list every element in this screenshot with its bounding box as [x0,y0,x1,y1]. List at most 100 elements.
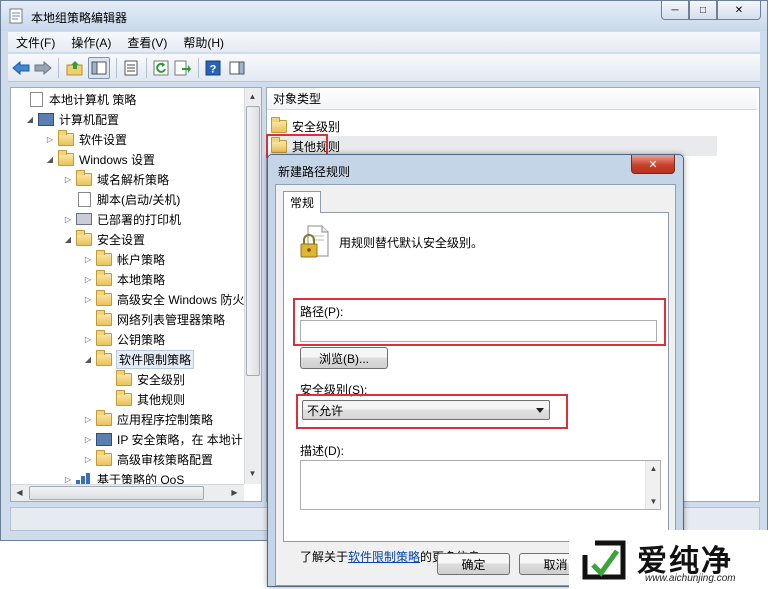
folder-icon [96,349,112,366]
collapsed-arrow-icon[interactable]: ▷ [83,455,93,464]
tree-item-windows-firewall-advanced[interactable]: ▷ 高级安全 Windows 防火 [83,289,244,309]
tree-item-advanced-audit-policy[interactable]: ▷ 高级审核策略配置 [83,449,213,469]
brand-logo-icon [582,540,626,580]
collapsed-arrow-icon[interactable]: ▷ [83,435,93,444]
tree-item-label: IP 安全策略，在 本地计 [117,432,243,447]
scroll-up-icon[interactable]: ▲ [245,89,260,104]
tree-item-label: 软件限制策略 [115,349,195,369]
menu-bar: 文件(F) 操作(A) 查看(V) 帮助(H) [8,32,760,52]
collapsed-arrow-icon[interactable]: ▷ [83,415,93,424]
learn-more-prefix: 了解关于 [300,550,349,564]
lock-icon [300,225,329,258]
tree-item-network-list-manager-policies[interactable]: 网络列表管理器策略 [83,309,225,329]
tree-item-name-resolution-policy[interactable]: ▷ 域名解析策略 [63,169,169,189]
collapsed-arrow-icon[interactable]: ▷ [83,275,93,284]
collapsed-arrow-icon[interactable]: ▷ [83,255,93,264]
scroll-left-icon[interactable]: ◀ [12,485,27,500]
collapsed-arrow-icon[interactable]: ▷ [63,175,73,184]
toolbar-separator [116,58,117,78]
collapsed-arrow-icon[interactable]: ▷ [83,335,93,344]
tab-general[interactable]: 常规 [283,191,321,213]
collapsed-arrow-icon[interactable]: ▷ [45,135,55,144]
tree-item-windows-settings[interactable]: ◢ Windows 设置 [45,149,155,169]
tree-horizontal-scrollbar[interactable]: ◀ ▶ [11,484,244,501]
ok-button[interactable]: 确定 [437,553,510,575]
software-restriction-policy-link[interactable]: 软件限制策略 [348,550,420,564]
column-header-label: 对象类型 [273,92,322,106]
menu-action[interactable]: 操作(A) [71,34,111,51]
expanded-arrow-icon[interactable]: ◢ [45,155,55,164]
show-action-pane-icon[interactable] [228,59,246,77]
help-icon[interactable]: ? [204,59,222,77]
scroll-down-icon[interactable]: ▼ [245,466,260,481]
folder-icon [271,116,287,133]
folder-icon [96,409,112,426]
scroll-up-icon[interactable]: ▲ [646,461,661,476]
list-item-selected[interactable]: 其他规则 [271,136,717,156]
tree-item-deployed-printers[interactable]: ▷ 已部署的打印机 [63,209,181,229]
close-button[interactable]: ✕ [717,1,761,20]
export-list-icon[interactable] [174,59,192,77]
back-icon[interactable] [12,59,30,77]
forward-icon[interactable] [34,59,52,77]
expanded-arrow-icon[interactable]: ◢ [83,355,93,364]
minimize-button[interactable]: ─ [661,1,689,20]
collapsed-arrow-icon[interactable]: ▷ [83,295,93,304]
intro-text: 用规则替代默认安全级别。 [339,236,484,250]
tree-item-account-policies[interactable]: ▷ 帐户策略 [83,249,165,269]
tree-item-label: 软件设置 [79,132,128,147]
description-textarea[interactable]: ▲ ▼ [300,460,661,510]
tree-item-label: 网络列表管理器策略 [117,312,226,327]
tree-item-public-key-policies[interactable]: ▷ 公钥策略 [83,329,165,349]
tree-item-security-levels[interactable]: 安全级别 [103,369,185,389]
general-tab-panel: 用规则替代默认安全级别。 路径(P): 浏览(B)... 安全级别(S): 不允… [283,212,669,542]
document-icon [30,91,43,107]
tree-item-local-policies[interactable]: ▷ 本地策略 [83,269,165,289]
tree-item-security-settings[interactable]: ◢ 安全设置 [63,229,145,249]
description-scrollbar[interactable]: ▲ ▼ [645,461,660,509]
maximize-button[interactable]: □ [689,1,717,20]
folder-icon [96,309,112,326]
tree-item-label: 其他规则 [137,392,186,407]
folder-icon [96,449,112,466]
tree-item-software-restriction-policies[interactable]: ◢ 软件限制策略 [83,349,195,369]
tree-item-software-settings[interactable]: ▷ 软件设置 [45,129,127,149]
document-icon [78,191,91,207]
dialog-close-button[interactable]: ✕ [631,155,675,174]
scroll-right-icon[interactable]: ▶ [227,485,242,500]
tree-item-additional-rules[interactable]: 其他规则 [103,389,185,409]
scroll-down-icon[interactable]: ▼ [646,494,661,509]
refresh-icon[interactable] [152,59,170,77]
computer-icon [96,432,112,446]
list-item[interactable]: 安全级别 [271,116,340,136]
tree-vertical-scrollbar[interactable]: ▲ ▼ [244,88,261,484]
tree-item-scripts-startup-shutdown[interactable]: 脚本(启动/关机) [65,189,180,209]
up-folder-icon[interactable] [66,59,84,77]
tree-item-label: 高级审核策略配置 [117,452,214,467]
tree-item-ip-security-policies[interactable]: ▷ IP 安全策略，在 本地计 [83,429,243,449]
tree-pane[interactable]: 本地计算机 策略 ◢ 计算机配置 ▷ 软件设置 ◢ Windows 设置 ▷ 域名解析策略脚本(… [10,87,262,502]
tree-item-local-computer-policy[interactable]: 本地计算机 策略 [17,89,136,109]
folder-icon [96,329,112,346]
show-hide-tree-icon[interactable] [88,57,110,79]
tree-item-label: Windows 设置 [79,152,156,167]
scrollbar-thumb[interactable] [29,486,204,500]
browse-button[interactable]: 浏览(B)... [300,347,388,369]
tree-item-application-control-policies[interactable]: ▷ 应用程序控制策略 [83,409,213,429]
menu-view[interactable]: 查看(V) [127,34,167,51]
collapsed-arrow-icon[interactable]: ▷ [63,475,73,484]
tree-item-computer-configuration[interactable]: ◢ 计算机配置 [25,109,119,129]
column-header-object-type[interactable]: 对象类型 [267,88,757,110]
tree-item-label: 脚本(启动/关机) [97,192,181,207]
close-icon: ✕ [734,4,744,16]
toolbar-separator [198,58,199,78]
menu-help[interactable]: 帮助(H) [183,34,224,51]
cancel-button-label: 取消 [543,557,568,572]
title-bar[interactable]: 本地组策略编辑器 ─ □ ✕ [1,1,767,31]
collapsed-arrow-icon[interactable]: ▷ [63,215,73,224]
properties-icon[interactable] [122,59,140,77]
expanded-arrow-icon[interactable]: ◢ [63,235,73,244]
expanded-arrow-icon[interactable]: ◢ [25,115,35,124]
scrollbar-thumb[interactable] [246,106,260,376]
menu-file[interactable]: 文件(F) [16,34,55,51]
